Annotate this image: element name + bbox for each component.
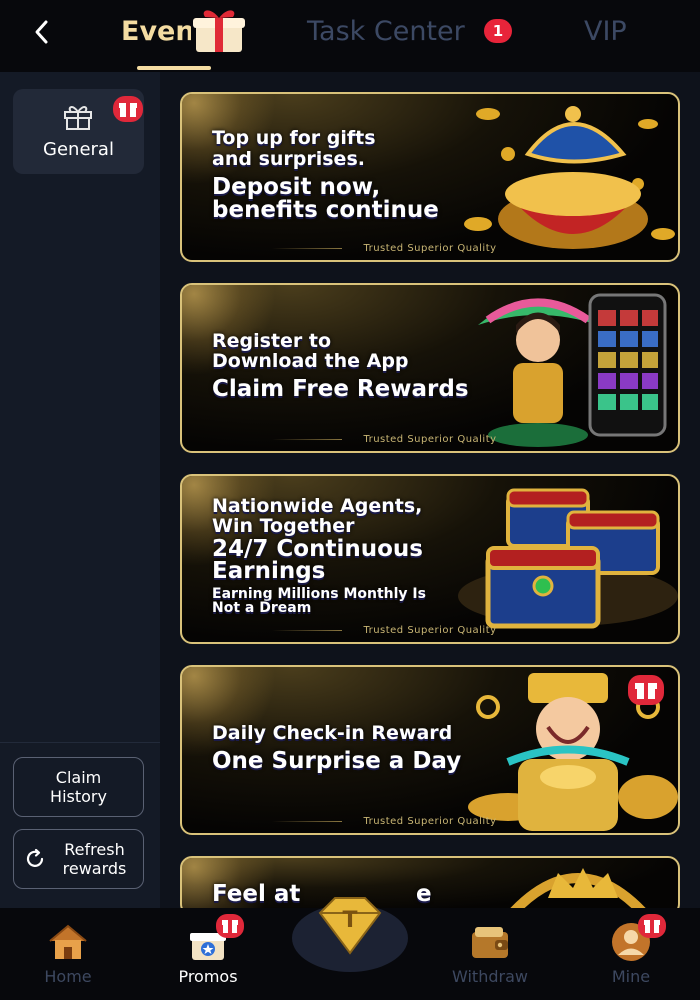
- tab-vip-label: VIP: [584, 15, 627, 47]
- gift-box-icon: [193, 10, 245, 52]
- treasure-pot-icon: [464, 106, 675, 249]
- banner-2-tag: Trusted Superior Quality: [363, 434, 497, 445]
- banner-5-line-2: e: [416, 881, 432, 907]
- banner-4-line-2: One Surprise a Day: [212, 748, 462, 774]
- banner-3-tag: Trusted Superior Quality: [363, 625, 497, 636]
- treasure-chests-icon: [458, 488, 678, 629]
- banner-deposit[interactable]: Top up for gifts and surprises. Deposit …: [180, 92, 680, 262]
- nav-home-label: Home: [44, 967, 92, 986]
- task-count-badge: 1: [484, 19, 512, 43]
- refresh-icon: [26, 848, 44, 867]
- nav-promos-label: Promos: [178, 967, 238, 986]
- red-gift-badge-icon: [216, 914, 244, 938]
- bottom-navigation: Home Promos T Withdraw Mine: [0, 897, 700, 1000]
- category-general[interactable]: General: [13, 89, 144, 174]
- banner-3-line-2: Win Together: [212, 515, 355, 537]
- active-tab-indicator: [137, 66, 211, 70]
- chevron-left-icon: [35, 20, 48, 44]
- banner-1-line-3: Deposit now,: [212, 174, 381, 200]
- refresh-rewards-label: Refresh rewards: [62, 840, 127, 878]
- house-icon: [49, 924, 87, 959]
- center-logo-button[interactable]: T: [290, 883, 410, 973]
- banner-1-line-4: benefits continue: [212, 197, 439, 223]
- nav-promos[interactable]: Promos: [153, 908, 263, 1000]
- banner-5-line-1: Feel at: [212, 881, 301, 907]
- banner-4-tag: Trusted Superior Quality: [363, 816, 497, 827]
- nav-withdraw[interactable]: Withdraw: [435, 908, 545, 1000]
- banner-1-tag: Trusted Superior Quality: [363, 243, 497, 254]
- banner-list: Top up for gifts and surprises. Deposit …: [160, 72, 700, 908]
- tab-task-center-label: Task Center: [307, 15, 465, 47]
- banner-1-line-2: and surprises.: [212, 148, 365, 170]
- gift-icon: [64, 106, 92, 130]
- banner-2-line-1: Register to: [212, 330, 332, 352]
- tab-vip[interactable]: VIP: [584, 0, 627, 62]
- nav-home[interactable]: Home: [13, 908, 123, 1000]
- nav-withdraw-label: Withdraw: [452, 967, 528, 986]
- red-gift-badge-icon: [638, 914, 666, 938]
- banner-3-line-1: Nationwide Agents,: [212, 495, 423, 517]
- tab-task-center[interactable]: Task Center: [307, 0, 465, 62]
- banner-agents[interactable]: Nationwide Agents, Win Together 24/7 Con…: [180, 474, 680, 644]
- top-header: Events Task Center 1 VIP: [0, 0, 700, 72]
- back-button[interactable]: [24, 14, 60, 50]
- nav-mine-label: Mine: [611, 967, 651, 986]
- nav-mine[interactable]: Mine: [576, 908, 686, 1000]
- banner-daily-checkin[interactable]: Daily Check-in Reward One Surprise a Day…: [180, 665, 680, 835]
- banner-1-line-1: Top up for gifts: [212, 127, 376, 149]
- claim-history-label: Claim History: [50, 768, 107, 806]
- svg-text:T: T: [342, 908, 357, 933]
- diamond-logo-icon: T: [292, 897, 408, 972]
- red-gift-badge-icon: [113, 96, 143, 122]
- banner-download-app[interactable]: Register to Download the App Claim Free …: [180, 283, 680, 453]
- claim-history-button[interactable]: Claim History: [13, 757, 144, 817]
- refresh-rewards-button[interactable]: Refresh rewards: [13, 829, 144, 889]
- floating-gift-button[interactable]: [628, 675, 664, 705]
- banner-2-line-3: Claim Free Rewards: [212, 376, 469, 402]
- banner-3-line-6: Not a Dream: [212, 600, 312, 616]
- banner-3-line-4: Earnings: [212, 558, 326, 584]
- category-sidebar: General Claim History Refresh rewards: [0, 72, 160, 908]
- category-general-label: General: [43, 139, 114, 160]
- banner-partial[interactable]: Feel at e: [180, 856, 680, 908]
- tab-events-label: Events: [121, 15, 191, 47]
- tab-events[interactable]: Events: [121, 0, 191, 62]
- wallet-icon: [472, 927, 508, 958]
- banner-2-line-2: Download the App: [212, 350, 409, 372]
- character-and-phone-icon: [478, 293, 667, 447]
- crown-icon: [510, 868, 646, 908]
- sidebar-divider: [0, 742, 160, 743]
- banner-4-line-1: Daily Check-in Reward: [212, 722, 453, 744]
